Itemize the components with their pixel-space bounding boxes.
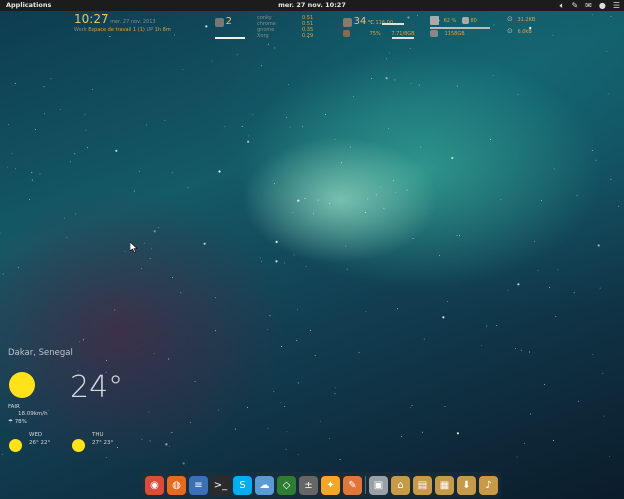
dock-item-text-editor[interactable]: ≡ (189, 475, 208, 495)
conky-net: ⊙ 31.2KB ⊙ 6.0kB (507, 15, 536, 36)
dock-item-cloud[interactable]: ☁ (255, 475, 274, 495)
forecast-hi: 27° (92, 440, 102, 446)
temp-value: 34 (353, 16, 367, 27)
dock: ◉ ◍ ≡ >_ S ☁ ◇ ± ✦ ✎ ▣ ⌂ ▤ ▦ ⬇ ♪ (142, 472, 501, 498)
folder-docs-icon: ▤ (417, 479, 428, 491)
user-icon[interactable]: ● (599, 0, 606, 11)
sun-icon (9, 372, 35, 398)
conky-cpu: 2 (215, 15, 232, 28)
dock-item-folder-docs[interactable]: ▤ (413, 475, 432, 495)
conky-workspace: Espace de travail 1 (1) (88, 27, 145, 33)
dock-item-folder-pics[interactable]: ▦ (435, 475, 454, 495)
cloud-icon: ☁ (259, 479, 270, 491)
vol-value: 75% (369, 31, 381, 37)
conky-processes: conky 0.51 chrome 0.51 gnome 0.35 Xorg 0.29 (257, 15, 317, 39)
disk1-value: 62 % (443, 18, 457, 24)
download-icon: ⊙ (507, 15, 513, 23)
menu-icon[interactable]: ☰ (613, 0, 620, 11)
shell-icon: ◇ (282, 479, 291, 491)
disk-icon (430, 16, 439, 25)
weather-humidity: 78% (14, 419, 27, 425)
disk2-value: 80 (470, 18, 477, 24)
star-field (0, 14, 620, 465)
cpu-count: 2 (225, 16, 232, 27)
conky-disk: 62 % 80 (430, 16, 477, 25)
disk-bar (430, 27, 490, 29)
disk-extra-value: 1158GB (444, 31, 465, 37)
dock-item-firefox[interactable]: ◍ (167, 475, 186, 495)
folder-home-icon: ⌂ (397, 479, 404, 491)
conky-clock: 10:27 mer. 27 nov. 2013 Work Espace de t… (74, 12, 171, 34)
applications-menu[interactable]: Applications (6, 0, 51, 11)
dock-item-folder-home[interactable]: ⌂ (391, 475, 410, 495)
chrome-icon: ◉ (150, 479, 159, 491)
dock-item-shell[interactable]: ◇ (277, 475, 296, 495)
pen-icon[interactable]: ✎ (571, 0, 578, 11)
forecast-day: WED (29, 432, 43, 438)
upload-icon: ⊙ (507, 27, 513, 35)
mouse-cursor-icon (130, 242, 138, 253)
mem-bar (392, 37, 414, 39)
weather-condition: FAIR (8, 404, 20, 410)
sun-icon (9, 439, 22, 452)
conky-time: 10:27 (74, 12, 109, 26)
dock-item-calculator[interactable]: ± (299, 475, 318, 495)
cpu-bar (215, 37, 245, 39)
dock-separator (365, 476, 366, 494)
terminal-icon: >_ (213, 479, 228, 491)
dock-item-chrome[interactable]: ◉ (145, 475, 164, 495)
skype-icon: S (239, 479, 246, 491)
text-editor-icon: ≡ (194, 479, 203, 491)
net-down: 31.2KB (517, 17, 536, 23)
cpu-icon (215, 18, 224, 27)
forecast-day: THU (92, 432, 104, 438)
folder-pics-icon: ▦ (439, 479, 450, 491)
weather-wind: 18.09km/h (18, 411, 48, 417)
weather-location: Dakar, Senegal (8, 348, 73, 358)
dock-item-folder-music[interactable]: ♪ (479, 475, 498, 495)
conky-disk-extra: 1158GB (430, 30, 465, 37)
conky-date: mer. 27 nov. 2013 (110, 19, 156, 25)
top-clock[interactable]: mer. 27 nov. 10:27 (278, 1, 346, 9)
dock-item-skype[interactable]: S (233, 475, 252, 495)
top-panel: Applications mer. 27 nov. 10:27 🔈︎ ✎ ✉ ●… (0, 0, 624, 11)
proc-name: Xorg (257, 33, 269, 39)
forecast-hi: 26° (29, 440, 39, 446)
net-up: 6.0kB (517, 29, 532, 35)
conky-uptime-label: UP (146, 27, 154, 33)
forecast-lo: 22° (40, 440, 51, 446)
drive-icon (430, 30, 438, 37)
volume-icon[interactable]: 🔈︎ (560, 0, 565, 11)
proc-value: 0.29 (302, 33, 314, 39)
temperature-icon (343, 18, 352, 27)
temp-bar (382, 23, 404, 25)
folder-downloads-icon: ⬇ (462, 479, 471, 491)
conky-mem: 75% 7.71/8GB (343, 30, 415, 37)
dock-item-graphics[interactable]: ✦ (321, 475, 340, 495)
conky-temp: 34 °C 116.00 (343, 15, 393, 28)
dock-item-terminal[interactable]: >_ (211, 475, 230, 495)
temp-unit: °C (367, 20, 374, 26)
disk2-icon (461, 17, 469, 24)
dock-item-paint[interactable]: ✎ (343, 475, 362, 495)
forecast-lo: 23° (103, 440, 114, 446)
volume-small-icon (343, 30, 350, 37)
system-tray: 🔈︎ ✎ ✉ ● ☰ (560, 0, 620, 11)
dock-item-folder-downloads[interactable]: ⬇ (457, 475, 476, 495)
files-icon: ▣ (373, 479, 384, 491)
graphics-icon: ✦ (326, 479, 335, 491)
calculator-icon: ± (304, 479, 313, 491)
conky-work-label: Work (74, 27, 87, 33)
firefox-icon: ◍ (172, 479, 181, 491)
mail-icon[interactable]: ✉ (585, 0, 592, 11)
umbrella-icon: ☂ (8, 419, 13, 425)
conky-uptime: 1h 8m (154, 27, 171, 33)
paint-icon: ✎ (348, 479, 357, 491)
sun-icon (72, 439, 85, 452)
folder-music-icon: ♪ (485, 479, 492, 491)
dock-item-files[interactable]: ▣ (369, 475, 388, 495)
weather-temperature: 24° (70, 370, 124, 405)
